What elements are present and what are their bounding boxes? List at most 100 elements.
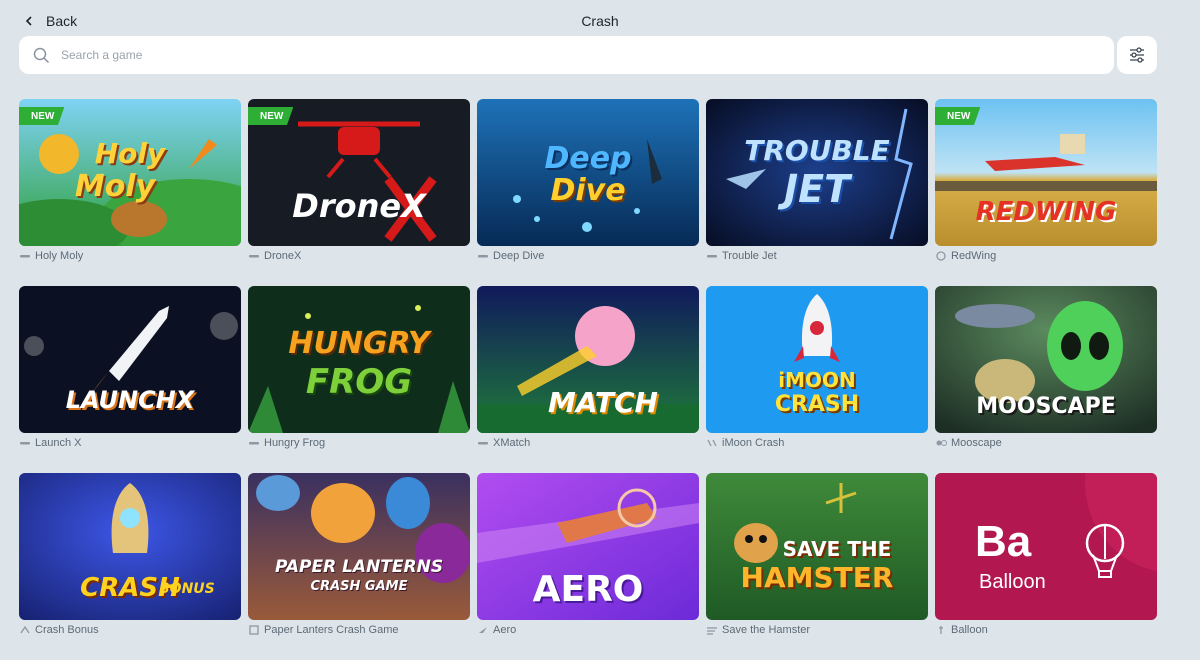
game-name: DroneX	[264, 250, 302, 262]
game-card-hungry-frog[interactable]: HUNGRY FROG Hungry Frog	[248, 286, 470, 473]
provider-icon	[20, 442, 30, 445]
game-thumbnail[interactable]: MATCH	[477, 286, 699, 433]
provider-icon	[478, 255, 488, 258]
game-caption: DroneX	[248, 249, 470, 263]
artwork-title-line: PAPER LANTERNS	[274, 557, 444, 577]
game-thumbnail[interactable]: MOOSCAPE	[935, 286, 1157, 433]
artwork-title-line: REDWING	[975, 197, 1117, 227]
provider-icon	[479, 627, 487, 633]
game-thumbnail[interactable]: PAPER LANTERNS CRASH GAME	[248, 473, 470, 620]
game-caption: Hungry Frog	[248, 436, 470, 450]
artwork-title-line: MATCH	[548, 386, 658, 419]
artwork-title-line: AERO	[532, 569, 644, 610]
game-thumbnail[interactable]: SAVE THE HAMSTER	[706, 473, 928, 620]
search-icon	[33, 47, 50, 63]
game-caption: Aero	[477, 623, 699, 637]
page-title: Crash	[581, 13, 619, 29]
game-card-deep-dive[interactable]: Deep Dive Deep Dive	[477, 99, 699, 286]
game-caption: Deep Dive	[477, 249, 699, 263]
game-card-save-the-hamster[interactable]: SAVE THE HAMSTER Save the Hamster	[706, 473, 928, 660]
game-thumbnail[interactable]: AERO	[477, 473, 699, 620]
new-badge: NEW	[935, 107, 981, 125]
artwork-title-line: DroneX	[292, 187, 426, 225]
artwork-title-line: Dive	[550, 173, 626, 208]
artwork-title-line: TROUBLE	[744, 134, 890, 167]
game-caption: Mooscape	[935, 436, 1157, 450]
filter-button[interactable]	[1117, 36, 1157, 74]
game-thumbnail[interactable]: NEW REDWING	[935, 99, 1157, 246]
game-name: XMatch	[493, 437, 531, 449]
top-bar: Back Crash	[0, 0, 1200, 40]
game-caption: Holy Moly	[19, 249, 241, 263]
artwork-title-line: LAUNCHX	[65, 386, 195, 414]
artwork-title-line: CRASH GAME	[310, 579, 408, 594]
new-badge: NEW	[248, 107, 294, 125]
game-thumbnail[interactable]: HUNGRY FROG	[248, 286, 470, 433]
game-caption: XMatch	[477, 436, 699, 450]
provider-icon	[20, 625, 30, 634]
game-card-aero[interactable]: AERO Aero	[477, 473, 699, 660]
provider-icon	[707, 439, 717, 447]
balloon-artwork	[935, 473, 1157, 620]
game-card-imoon-crash[interactable]: iMOON CRASH iMoon Crash	[706, 286, 928, 473]
game-card-crash-bonus[interactable]: CRASH BONUS Crash Bonus	[19, 473, 241, 660]
game-card-launch-x[interactable]: LAUNCHX Launch X	[19, 286, 241, 473]
game-thumbnail[interactable]: iMOON CRASH	[706, 286, 928, 433]
game-thumbnail[interactable]: NEW Holy Moly	[19, 99, 241, 246]
game-card-xmatch[interactable]: MATCH XMatch	[477, 286, 699, 473]
game-thumbnail[interactable]: NEW DroneX	[248, 99, 470, 246]
artwork-title-line: MOOSCAPE	[976, 394, 1116, 419]
game-caption: Balloon	[935, 623, 1157, 637]
sliders-icon	[1130, 47, 1144, 63]
provider-icon	[249, 442, 259, 445]
game-name: Holy Moly	[35, 250, 84, 262]
game-thumbnail[interactable]: LAUNCHX	[19, 286, 241, 433]
game-card-holy-moly[interactable]: NEW Holy Moly Holy Moly	[19, 99, 241, 286]
game-name: Balloon	[951, 624, 988, 636]
game-card-dronex[interactable]: NEW DroneX DroneX	[248, 99, 470, 286]
artwork-title-line: Ba	[975, 517, 1032, 566]
artwork-title-line: Moly	[74, 169, 156, 204]
game-caption: Paper Lanters Crash Game	[248, 623, 470, 637]
provider-icon	[936, 251, 946, 261]
game-thumbnail[interactable]: TROUBLE JET	[706, 99, 928, 246]
game-name: Mooscape	[951, 437, 1002, 449]
game-caption: Launch X	[19, 436, 241, 450]
game-card-balloon[interactable]: Ba Balloon Balloon	[935, 473, 1157, 660]
game-thumbnail[interactable]: Ba Balloon	[935, 473, 1157, 620]
game-card-trouble-jet[interactable]: TROUBLE JET Trouble Jet	[706, 99, 928, 286]
game-caption: Save the Hamster	[706, 623, 928, 637]
artwork-title-line: BONUS	[159, 581, 215, 597]
provider-icon	[249, 255, 259, 258]
artwork-title-line: SAVE THE	[782, 537, 892, 561]
game-name: Save the Hamster	[722, 624, 811, 636]
game-caption: Crash Bonus	[19, 623, 241, 637]
game-card-paper-lanterns[interactable]: PAPER LANTERNS CRASH GAME Paper Lanters …	[248, 473, 470, 660]
artwork-title-line: CRASH	[774, 392, 860, 417]
provider-icon	[249, 625, 259, 635]
game-card-redwing[interactable]: NEW REDWING RedWing	[935, 99, 1157, 286]
game-name: RedWing	[951, 250, 997, 262]
provider-icon	[478, 442, 488, 445]
search-bar[interactable]	[19, 36, 1114, 74]
game-name: Trouble Jet	[722, 250, 777, 262]
game-name: Launch X	[35, 437, 82, 449]
game-caption: RedWing	[935, 249, 1157, 263]
artwork-title-line: HUNGRY	[288, 326, 430, 361]
game-name: Hungry Frog	[264, 437, 326, 449]
search-input[interactable]	[59, 47, 963, 63]
artwork-title-line: Balloon	[979, 571, 1046, 593]
provider-icon	[707, 627, 717, 635]
game-name: Crash Bonus	[35, 624, 99, 636]
artwork-title-line: Holy	[94, 137, 166, 170]
artwork-title-line: HAMSTER	[740, 561, 894, 594]
provider-icon	[939, 626, 943, 634]
game-grid: NEW Holy Moly Holy Moly NEW DroneX Drone…	[19, 99, 1157, 660]
game-card-mooscape[interactable]: MOOSCAPE Mooscape	[935, 286, 1157, 473]
game-thumbnail[interactable]: Deep Dive	[477, 99, 699, 246]
game-caption: Trouble Jet	[706, 249, 928, 263]
game-thumbnail[interactable]: CRASH BONUS	[19, 473, 241, 620]
artwork-title-line: FROG	[305, 362, 413, 402]
provider-icon	[707, 255, 717, 258]
game-name: Paper Lanters Crash Game	[264, 624, 399, 636]
